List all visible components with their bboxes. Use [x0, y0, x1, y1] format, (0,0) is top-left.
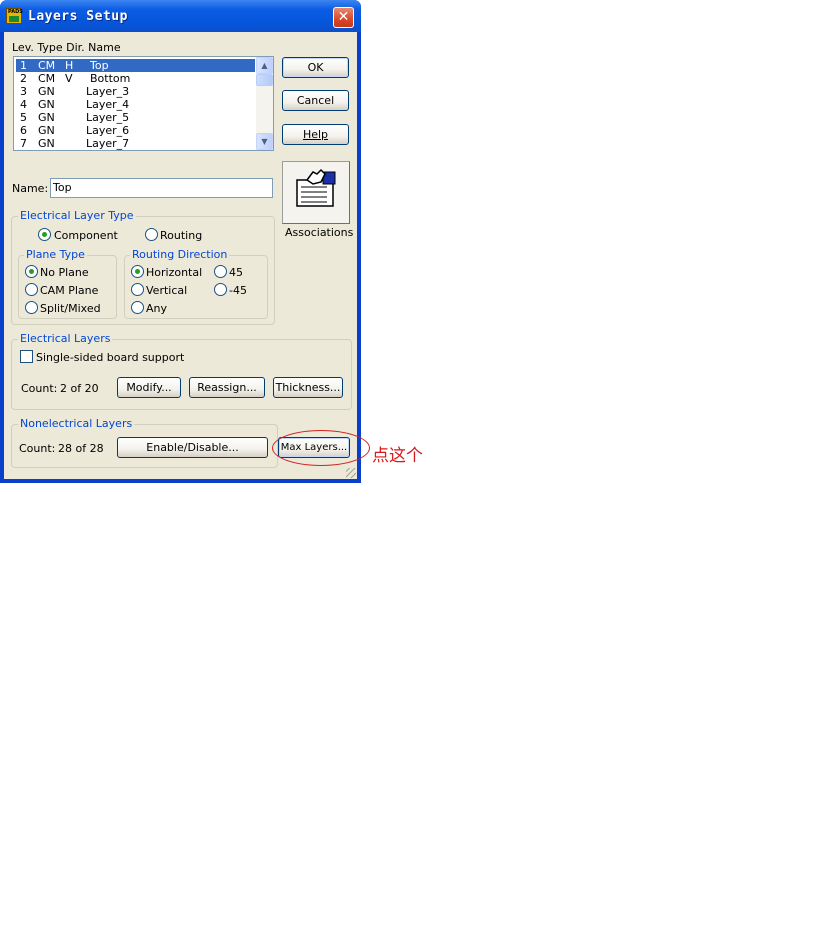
list-row-1[interactable]: 1 CM H Top	[16, 59, 255, 72]
annotation-text: 点这个	[372, 446, 423, 466]
electrical-layer-type-label: Electrical Layer Type	[18, 209, 136, 222]
no-plane-radio[interactable]	[25, 265, 38, 278]
split-mixed-label: Split/Mixed	[40, 302, 101, 315]
list-row-3[interactable]: 3 GN Layer_3	[16, 85, 255, 98]
row-type: GN	[38, 98, 55, 111]
row-type: GN	[38, 137, 55, 150]
name-label: Name:	[12, 182, 49, 195]
row-lev: 1	[20, 59, 27, 72]
resize-grip[interactable]	[346, 468, 356, 478]
list-row-7[interactable]: 7 GN Layer_7	[16, 137, 255, 150]
associations-icon-button[interactable]	[282, 161, 350, 224]
chevron-down-icon: ▼	[261, 137, 268, 146]
name-input[interactable]: Top	[50, 178, 273, 198]
row-name: Layer_6	[86, 124, 130, 137]
close-icon: ✕	[337, 9, 350, 25]
any-radio[interactable]	[131, 301, 144, 314]
routing-radio[interactable]	[145, 228, 158, 241]
list-scrollbar[interactable]: ▲ ▼	[256, 57, 273, 150]
pads-app-icon: PADS	[6, 8, 23, 24]
row-lev: 3	[20, 85, 27, 98]
scroll-up-button[interactable]: ▲	[256, 57, 273, 74]
row-name: Top	[90, 59, 109, 72]
vertical-label: Vertical	[146, 284, 188, 297]
layers-setup-dialog: PADS Layers Setup ✕ Lev. Type Dir. Name …	[0, 0, 361, 483]
close-button[interactable]: ✕	[333, 7, 354, 28]
dialog-title: Layers Setup	[28, 9, 128, 24]
horizontal-label: Horizontal	[146, 266, 203, 279]
ok-button[interactable]: OK	[282, 57, 349, 78]
component-radio[interactable]	[38, 228, 51, 241]
enable-disable-button[interactable]: Enable/Disable...	[117, 437, 268, 458]
row-type: CM	[38, 72, 56, 85]
row-name: Bottom	[90, 72, 131, 85]
layers-listbox[interactable]: 1 CM H Top 2 CM V Bottom 3 GN Layer_3 4 …	[13, 56, 274, 151]
cancel-button[interactable]: Cancel	[282, 90, 349, 111]
modify-button[interactable]: Modify...	[117, 377, 181, 398]
row-lev: 7	[20, 137, 27, 150]
row-name: Layer_3	[86, 85, 130, 98]
row-type: GN	[38, 85, 55, 98]
vertical-radio[interactable]	[131, 283, 144, 296]
row-name: Layer_5	[86, 111, 130, 124]
cam-plane-radio[interactable]	[25, 283, 38, 296]
row-type: CM	[38, 59, 56, 72]
horizontal-radio[interactable]	[131, 265, 144, 278]
deg45-radio[interactable]	[214, 265, 227, 278]
nonelectrical-count-label: Count:	[19, 442, 56, 455]
chevron-up-icon: ▲	[261, 61, 268, 70]
scroll-thumb[interactable]	[256, 74, 273, 86]
row-lev: 5	[20, 111, 27, 124]
associations-label: Associations	[285, 226, 354, 239]
list-header: Lev. Type Dir. Name	[12, 41, 121, 54]
component-label: Component	[54, 229, 118, 242]
deg45-label: 45	[229, 266, 243, 279]
plane-type-label: Plane Type	[24, 248, 87, 261]
row-dir: V	[65, 72, 73, 85]
hand-document-icon	[296, 168, 336, 207]
row-type: GN	[38, 111, 55, 124]
no-plane-label: No Plane	[40, 266, 89, 279]
reassign-button[interactable]: Reassign...	[189, 377, 265, 398]
row-lev: 2	[20, 72, 27, 85]
single-sided-checkbox[interactable]	[20, 350, 33, 363]
electrical-layers-label: Electrical Layers	[18, 332, 113, 345]
deg-minus45-radio[interactable]	[214, 283, 227, 296]
electrical-layers-group: Electrical Layers	[11, 332, 352, 410]
app-icon-label: PADS	[8, 9, 23, 15]
annotation-circle	[272, 430, 370, 466]
row-name: Layer_4	[86, 98, 130, 111]
row-lev: 4	[20, 98, 27, 111]
list-row-5[interactable]: 5 GN Layer_5	[16, 111, 255, 124]
title-bar[interactable]: PADS Layers Setup ✕	[0, 0, 361, 32]
dialog-body: Lev. Type Dir. Name 1 CM H Top 2 CM V Bo…	[4, 32, 357, 479]
row-lev: 6	[20, 124, 27, 137]
help-button[interactable]: Help	[282, 124, 349, 145]
split-mixed-radio[interactable]	[25, 301, 38, 314]
cam-plane-label: CAM Plane	[40, 284, 99, 297]
row-name: Layer_7	[86, 137, 130, 150]
single-sided-label: Single-sided board support	[36, 351, 185, 364]
any-label: Any	[146, 302, 168, 315]
routing-direction-label: Routing Direction	[130, 248, 230, 261]
list-row-6[interactable]: 6 GN Layer_6	[16, 124, 255, 137]
scroll-down-button[interactable]: ▼	[256, 133, 273, 150]
thickness-button[interactable]: Thickness...	[273, 377, 343, 398]
list-row-4[interactable]: 4 GN Layer_4	[16, 98, 255, 111]
routing-label: Routing	[160, 229, 203, 242]
nonelectrical-layers-label: Nonelectrical Layers	[18, 417, 135, 430]
list-row-2[interactable]: 2 CM V Bottom	[16, 72, 255, 85]
nonelectrical-count-value: 28 of 28	[58, 442, 104, 455]
row-dir: H	[65, 59, 74, 72]
row-type: GN	[38, 124, 55, 137]
deg-minus45-label: -45	[229, 284, 247, 297]
electrical-count-value: 2 of 20	[60, 382, 99, 395]
electrical-count-label: Count:	[21, 382, 58, 395]
